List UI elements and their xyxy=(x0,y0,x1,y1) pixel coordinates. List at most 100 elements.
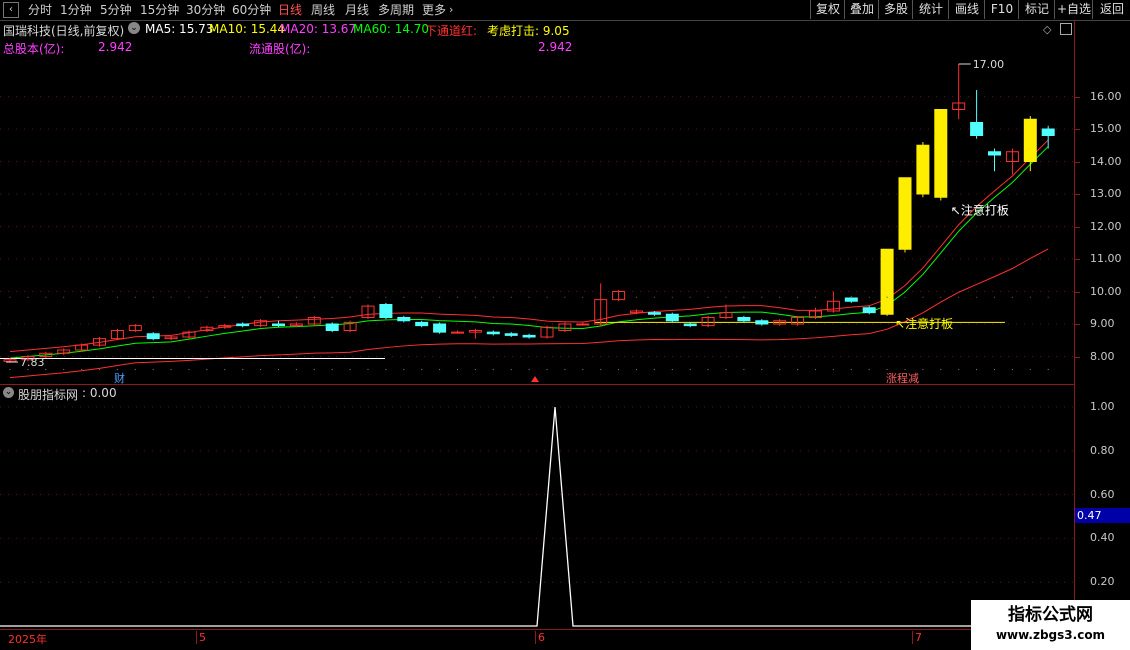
dot xyxy=(492,368,494,371)
dot xyxy=(689,368,691,371)
price-tick-label: 9.00 xyxy=(1090,317,1115,330)
dot xyxy=(653,368,656,371)
dot xyxy=(188,296,190,298)
dot xyxy=(635,368,638,371)
tab-fenshi[interactable]: 分时 xyxy=(28,1,52,19)
restore-rights-button[interactable]: 复权 xyxy=(810,0,845,19)
dot xyxy=(958,368,960,371)
tab-monthly[interactable]: 月线 xyxy=(345,1,369,19)
candle xyxy=(236,323,250,327)
dot xyxy=(725,296,727,298)
candle xyxy=(665,313,679,322)
dot xyxy=(474,296,476,298)
mark-button[interactable]: 标记 xyxy=(1018,0,1055,19)
candle xyxy=(379,304,393,318)
dot xyxy=(958,296,960,298)
indicator-line xyxy=(0,406,1073,627)
candle xyxy=(970,122,984,136)
indicator-tick-label: 0.40 xyxy=(1090,531,1115,545)
draw-line-button[interactable]: 画线 xyxy=(948,0,985,19)
dot xyxy=(152,368,154,371)
dot xyxy=(81,296,83,298)
time-label-may: 5 xyxy=(196,631,206,644)
indicator-tick-label: 1.00 xyxy=(1090,400,1115,413)
dot xyxy=(546,296,548,298)
dot xyxy=(564,368,566,371)
dot xyxy=(224,296,226,298)
candle xyxy=(451,331,464,334)
annotation-lower: ↖注意打板 xyxy=(895,316,953,331)
dot xyxy=(886,368,888,371)
candle xyxy=(844,297,858,302)
candle xyxy=(272,323,285,327)
candle xyxy=(755,320,769,325)
dot xyxy=(63,368,65,371)
indicator-tick-label: 0.20 xyxy=(1090,575,1115,589)
dot xyxy=(439,296,441,298)
dot xyxy=(45,368,47,371)
dot xyxy=(832,296,835,298)
chevron-right-icon[interactable]: › xyxy=(449,1,453,19)
dot xyxy=(474,368,476,371)
dot xyxy=(27,368,29,371)
candle xyxy=(916,144,930,195)
tab-5min[interactable]: 5分钟 xyxy=(100,1,132,19)
dot xyxy=(689,296,691,298)
price-tick xyxy=(1075,96,1080,98)
dot xyxy=(134,368,136,371)
chevron-left-icon[interactable]: ‹ xyxy=(3,2,19,18)
dot xyxy=(421,368,423,371)
dot xyxy=(976,296,978,298)
candle xyxy=(504,333,518,336)
tab-60min[interactable]: 60分钟 xyxy=(232,1,271,19)
dot xyxy=(922,368,924,371)
dot xyxy=(797,368,799,371)
add-watchlist-button[interactable]: +自选 xyxy=(1054,0,1093,19)
dot xyxy=(116,368,118,371)
dot xyxy=(618,296,620,298)
overlay-button[interactable]: 叠加 xyxy=(844,0,879,19)
dot xyxy=(385,296,387,298)
price-tick xyxy=(1075,291,1080,293)
dot xyxy=(242,368,244,371)
tab-weekly[interactable]: 周线 xyxy=(311,1,335,19)
candlestick-chart[interactable]: 17.00 7.83 ↖注意打板 ↖注意打板财 涨程减 xyxy=(0,21,1075,385)
tab-daily[interactable]: 日线 xyxy=(278,1,302,19)
dot xyxy=(81,368,83,371)
dot xyxy=(761,296,763,298)
multi-stock-button[interactable]: 多股 xyxy=(878,0,913,19)
dot xyxy=(528,296,530,298)
f10-button[interactable]: F10 xyxy=(984,0,1019,19)
dot xyxy=(582,368,584,371)
dot xyxy=(313,296,315,298)
candle xyxy=(146,333,160,340)
dot xyxy=(600,368,602,371)
high-price-label: 17.00 xyxy=(973,58,1005,71)
dot xyxy=(940,296,942,298)
tab-1min[interactable]: 1分钟 xyxy=(60,1,92,19)
dot xyxy=(349,368,351,371)
tab-30min[interactable]: 30分钟 xyxy=(186,1,225,19)
dot xyxy=(850,368,852,371)
dot xyxy=(510,368,512,371)
dot xyxy=(134,296,136,298)
candle xyxy=(576,323,590,326)
back-button[interactable]: 返回 xyxy=(1092,0,1130,19)
time-label-july: 7 xyxy=(912,631,922,644)
dot xyxy=(170,368,172,371)
tab-more[interactable]: 更多 xyxy=(422,1,446,19)
tab-multi-period[interactable]: 多周期 xyxy=(378,1,414,19)
candle xyxy=(486,331,500,335)
dot xyxy=(206,296,208,298)
candle xyxy=(647,312,661,315)
indicator-chart[interactable] xyxy=(0,385,1074,629)
dot xyxy=(63,296,65,298)
event-marker-change: 涨程减 xyxy=(886,372,919,385)
statistics-button[interactable]: 统计 xyxy=(912,0,949,19)
dot xyxy=(9,368,11,371)
dot xyxy=(439,368,441,371)
dot xyxy=(671,368,673,371)
dot xyxy=(761,368,763,371)
candle xyxy=(325,323,339,331)
tab-15min[interactable]: 15分钟 xyxy=(140,1,179,19)
